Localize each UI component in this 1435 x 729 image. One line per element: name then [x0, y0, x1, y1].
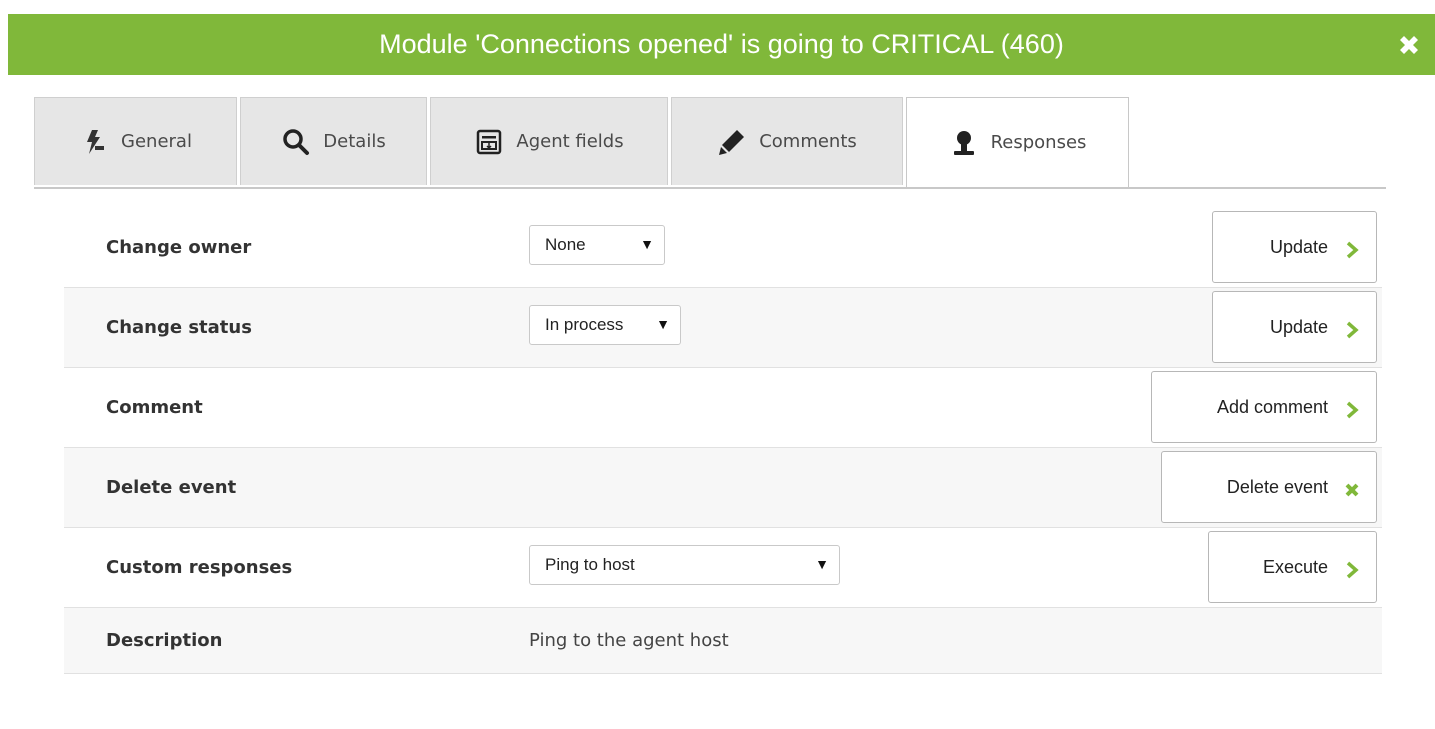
update-owner-button-label: Update: [1269, 236, 1328, 257]
owner-select[interactable]: None ▼: [529, 225, 665, 265]
delete-event-row: Delete event Delete event: [64, 448, 1382, 528]
delete-event-button[interactable]: Delete event: [1161, 451, 1377, 523]
tab-details[interactable]: Details: [240, 97, 427, 185]
chevron-right-icon: [1342, 240, 1362, 260]
tab-details-label: Details: [323, 131, 386, 152]
chevron-right-icon: [1342, 320, 1362, 340]
delete-event-button-label: Delete event: [1226, 476, 1328, 497]
tab-general[interactable]: General: [34, 97, 237, 185]
change-owner-label: Change owner: [106, 237, 252, 258]
add-comment-button-label: Add comment: [1216, 396, 1328, 417]
execute-button[interactable]: Execute: [1208, 531, 1377, 603]
dropdown-arrow-icon: ▼: [640, 236, 654, 252]
tab-bar: General Details Agent fields Comments Re…: [34, 97, 1386, 189]
change-status-row: Change status In process ▼ Update: [64, 288, 1382, 368]
tab-agent-fields-label: Agent fields: [516, 131, 624, 152]
close-icon: [1342, 480, 1362, 500]
add-comment-button[interactable]: Add comment: [1151, 371, 1377, 443]
custom-responses-label: Custom responses: [106, 557, 293, 578]
dialog-titlebar: Module 'Connections opened' is going to …: [8, 14, 1435, 75]
comment-label: Comment: [106, 397, 203, 418]
delete-event-label: Delete event: [106, 477, 237, 498]
general-icon: [79, 127, 109, 157]
dropdown-arrow-icon: ▼: [656, 316, 670, 332]
dialog-title: Module 'Connections opened' is going to …: [379, 29, 1064, 59]
tab-responses-label: Responses: [990, 132, 1087, 153]
chevron-right-icon: [1342, 560, 1362, 580]
tab-comments[interactable]: Comments: [671, 97, 903, 185]
close-icon[interactable]: [1395, 31, 1423, 59]
owner-select-value: None: [545, 235, 586, 254]
responses-table: Change owner None ▼ Update Change status…: [64, 208, 1382, 674]
status-select[interactable]: In process ▼: [529, 305, 681, 345]
description-row: Description Ping to the agent host: [64, 608, 1382, 674]
event-dialog: Module 'Connections opened' is going to …: [0, 0, 1435, 729]
comment-row: Comment Add comment: [64, 368, 1382, 448]
tab-agent-fields[interactable]: Agent fields: [430, 97, 668, 185]
magnifier-icon: [281, 127, 311, 157]
tab-responses[interactable]: Responses: [906, 97, 1129, 187]
custom-response-select[interactable]: Ping to host ▼: [529, 545, 840, 585]
description-value: Ping to the agent host: [529, 630, 729, 651]
tab-general-label: General: [121, 131, 192, 152]
update-owner-button[interactable]: Update: [1212, 211, 1377, 283]
user-icon: [949, 128, 979, 158]
update-status-button-label: Update: [1269, 316, 1328, 337]
tab-comments-label: Comments: [759, 131, 857, 152]
execute-button-label: Execute: [1262, 556, 1328, 577]
status-select-value: In process: [545, 315, 624, 334]
change-status-label: Change status: [106, 317, 252, 338]
change-owner-row: Change owner None ▼ Update: [64, 208, 1382, 288]
chevron-right-icon: [1342, 400, 1362, 420]
update-status-button[interactable]: Update: [1212, 291, 1377, 363]
custom-responses-row: Custom responses Ping to host ▼ Execute: [64, 528, 1382, 608]
custom-response-select-value: Ping to host: [545, 555, 635, 574]
agent-fields-icon: [474, 127, 504, 157]
dropdown-arrow-icon: ▼: [815, 556, 829, 572]
description-label: Description: [106, 630, 223, 651]
pencil-icon: [717, 127, 747, 157]
